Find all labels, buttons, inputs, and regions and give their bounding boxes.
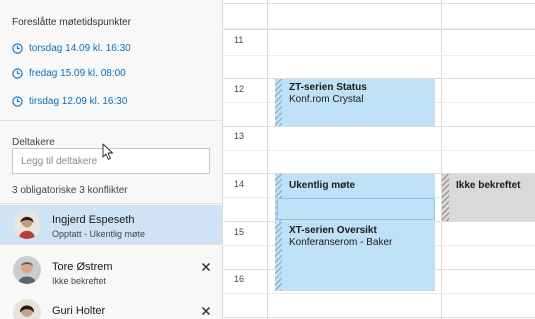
- attendee-status: Opptatt - Ukentlig møte: [52, 229, 146, 239]
- event-title: Ikke bekreftet: [456, 180, 521, 191]
- grid-line: [222, 150, 535, 151]
- suggested-time-label: tirsdag 12.09 kl. 16:30: [29, 95, 128, 107]
- remove-attendee-icon[interactable]: [201, 262, 211, 272]
- grid-line: [222, 126, 535, 127]
- selected-slot[interactable]: [277, 198, 435, 220]
- attendee-row-tore[interactable]: Tore Østrem Ikke bekreftet: [0, 249, 222, 289]
- event-tentative[interactable]: Ikke bekreftet: [442, 174, 535, 221]
- hour-label: 15: [234, 227, 245, 237]
- attendee-row-ingjerd[interactable]: Ingjerd Espeseth Opptatt - Ukentlig møte: [0, 205, 222, 245]
- clock-icon: [12, 42, 23, 54]
- grid-line: [267, 0, 268, 319]
- avatar: [13, 299, 41, 319]
- event-title: Ukentlig møte: [289, 180, 356, 191]
- attendee-name: Tore Østrem: [52, 261, 113, 273]
- grid-line: [222, 317, 535, 318]
- suggested-time-1[interactable]: torsdag 14.09 kl. 16:30: [12, 40, 131, 56]
- suggested-time-3[interactable]: tirsdag 12.09 kl. 16:30: [12, 93, 127, 109]
- grid-line: [222, 0, 223, 319]
- event-hatch: [275, 222, 282, 291]
- hour-label: 11: [234, 35, 244, 45]
- event-title: XT-serien Oversikt: [289, 225, 377, 236]
- avatar: [13, 256, 41, 284]
- hour-label: 13: [234, 131, 245, 141]
- section-divider: [0, 203, 222, 204]
- conflicts-summary: 3 obligatoriske 3 konflikter: [12, 185, 128, 196]
- event-hatch: [275, 79, 282, 126]
- grid-line: [222, 55, 535, 56]
- grid-line: [441, 0, 442, 319]
- clock-icon: [12, 67, 23, 79]
- attendee-row-guri[interactable]: Guri Holter: [0, 293, 222, 319]
- remove-attendee-icon[interactable]: [201, 306, 211, 316]
- attendee-name: Guri Holter: [52, 305, 106, 317]
- event-zt-status[interactable]: ZT-serien Status Konf.rom Crystal: [275, 79, 435, 126]
- attendees-heading: Deltakere: [12, 137, 55, 148]
- suggested-time-label: fredag 15.09 kl. 08:00: [29, 67, 126, 79]
- event-location: Konf.rom Crystal: [289, 94, 364, 105]
- hour-label: 14: [234, 179, 245, 189]
- attendee-status: Ikke bekreftet: [52, 276, 107, 286]
- attendee-name: Ingjerd Espeseth: [52, 214, 135, 226]
- event-hatch: [442, 174, 449, 221]
- section-divider: [0, 120, 222, 121]
- scheduling-pane: Foreslåtte møtetidspunkter torsdag 14.09…: [0, 0, 222, 319]
- grid-line: [222, 29, 535, 30]
- hour-label: 16: [234, 274, 245, 284]
- suggested-time-2[interactable]: fredag 15.09 kl. 08:00: [12, 65, 126, 81]
- suggested-time-label: torsdag 14.09 kl. 16:30: [29, 42, 131, 54]
- avatar: [13, 211, 41, 239]
- mouse-pointer-icon: [102, 143, 113, 160]
- suggested-times-heading: Foreslåtte møtetidspunkter: [12, 17, 131, 28]
- event-xt-overview[interactable]: XT-serien Oversikt Konferanserom - Baker: [275, 222, 435, 291]
- hour-label: 12: [234, 84, 245, 94]
- grid-line: [222, 3, 535, 4]
- event-location: Konferanserom - Baker: [289, 237, 393, 248]
- event-title: ZT-serien Status: [289, 82, 367, 93]
- clock-icon: [12, 95, 23, 107]
- grid-line: [222, 293, 535, 294]
